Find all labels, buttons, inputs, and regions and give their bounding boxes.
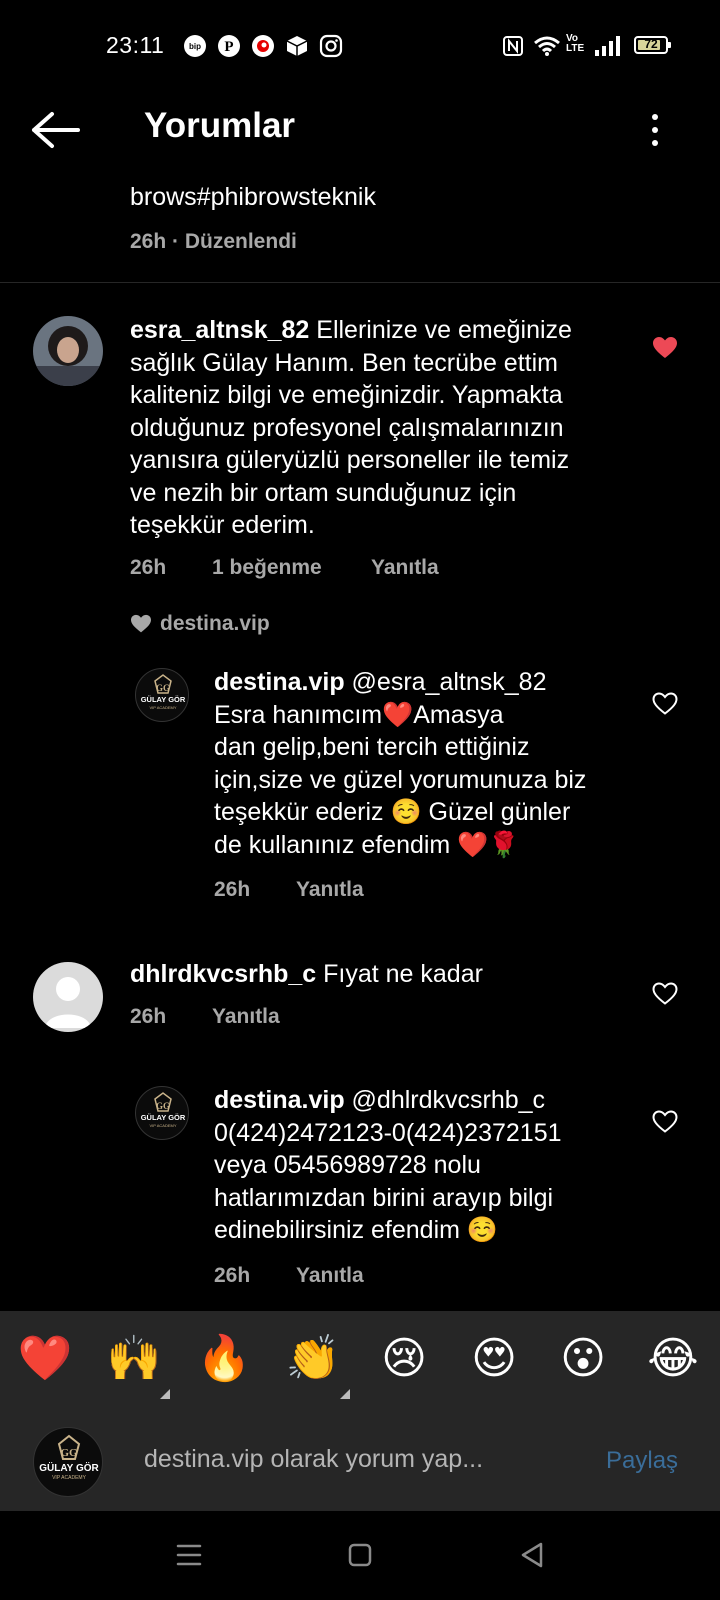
back-arrow-icon[interactable] [30, 108, 82, 152]
comment-username[interactable]: dhlrdkvcsrhb_c [130, 960, 316, 988]
comment-line: Esra hanımcım❤️Amasya [214, 700, 504, 729]
liked-by-name: destina.vip [160, 612, 270, 635]
bip-icon: bip [182, 33, 208, 59]
share-button[interactable]: Paylaş [606, 1447, 678, 1475]
comment-input[interactable]: destina.vip olarak yorum yap... [144, 1445, 483, 1474]
mention[interactable]: @dhlrdkvcsrhb_c [352, 1086, 546, 1114]
emoji-red-heart[interactable]: ❤️ [15, 1333, 75, 1385]
emoji-heart-eyes[interactable]: 😍 [464, 1333, 524, 1385]
emoji-clapping-hands[interactable]: 👏 [283, 1333, 343, 1385]
comment-line: Ellerinize ve emeğinize [316, 316, 572, 344]
comment-text: esra_altnsk_82 Ellerinize ve emeğinize s… [130, 314, 650, 542]
emoji-crying-face[interactable]: 😢 [374, 1333, 434, 1385]
comment-time: 26h [130, 556, 167, 579]
heart-outline-icon[interactable] [652, 692, 678, 716]
back-triangle-icon[interactable] [520, 1542, 544, 1573]
comment-line: teşekkür ederiz ☺️ Güzel günler [214, 798, 571, 826]
logo-sub: VIP ACADEMY [52, 1475, 86, 1481]
caption-meta: 26h · Düzenlendi [130, 230, 297, 253]
reply-button[interactable]: Yanıtla [212, 1005, 280, 1029]
svg-text:P: P [224, 39, 233, 55]
battery-icon: 72 [634, 36, 671, 54]
status-bar: 23:11 bip P Vo LTE 72 [0, 0, 720, 90]
logo-brand: GÜLAY GÖR [141, 1113, 186, 1122]
vodafone-icon [250, 33, 276, 59]
emoji-fire[interactable]: 🔥 [194, 1333, 254, 1385]
logo-monogram: GG [156, 1101, 170, 1111]
divider [0, 282, 720, 283]
current-user-avatar: GG GÜLAY GÖR VIP ACADEMY [33, 1427, 103, 1497]
battery-level: 72 [644, 37, 658, 51]
logo-monogram: GG [60, 1447, 78, 1459]
caption-text: brows#phibrowsteknik [130, 183, 376, 211]
instagram-icon [318, 33, 344, 59]
emoji-raised-hands[interactable]: 🙌 [104, 1333, 164, 1385]
comment-time: 26h [130, 1005, 167, 1028]
comment-line: Fıyat ne kadar [323, 960, 483, 988]
avatar[interactable] [33, 316, 103, 386]
comment-line: hatlarımızdan birini arayıp bilgi [214, 1183, 554, 1212]
emoji-tears-of-joy[interactable]: 😂 [643, 1333, 703, 1385]
comment-line: edinebilirsiniz efendim ☺️ [214, 1216, 499, 1244]
reply-text: destina.vip @esra_altnsk_82 Esra hanımcı… [214, 666, 634, 861]
emoji-surprised-face[interactable]: 😮 [553, 1333, 613, 1385]
signal-icon [592, 33, 622, 59]
nfc-icon [500, 33, 526, 59]
clock: 23:11 [106, 32, 165, 58]
comment-line: olduğunuz profesyonel çalışmalarınızın [130, 413, 564, 442]
comment-line: kaliteniz bilgi ve emeğinizdir. Yapmakta [130, 381, 563, 409]
logo-sub: VIP ACADEMY [149, 1123, 176, 1128]
comment-line: sağlık Gülay Hanım. Ben tecrübe ettim [130, 348, 558, 377]
heart-filled-icon[interactable] [652, 336, 678, 360]
comment-username[interactable]: destina.vip [214, 1086, 345, 1114]
box-app-icon [284, 33, 310, 59]
comment-username[interactable]: esra_altnsk_82 [130, 316, 309, 344]
small-heart-icon [131, 614, 151, 633]
home-icon[interactable] [348, 1543, 372, 1572]
variant-indicator [160, 1389, 170, 1399]
comment-line: teşekkür ederim. [130, 511, 315, 539]
more-options-icon[interactable] [640, 110, 670, 150]
brand-logo-avatar[interactable]: GG GÜLAY GÖR VIP ACADEMY [135, 668, 189, 722]
volte-label: Vo LTE [566, 33, 585, 54]
likes-count[interactable]: 1 beğenme [212, 556, 322, 580]
logo-brand: GÜLAY GÖR [141, 695, 186, 704]
logo-sub: VIP ACADEMY [149, 705, 176, 710]
pinterest-icon: P [216, 33, 242, 59]
reply-text: destina.vip @dhlrdkvcsrhb_c 0(424)247212… [214, 1084, 634, 1247]
comment-line: de kullanınız efendim ❤️🌹 [214, 830, 520, 859]
comment-input-bar: GG GÜLAY GÖR VIP ACADEMY destina.vip olara… [0, 1409, 720, 1511]
comment-text: dhlrdkvcsrhb_c Fıyat ne kadar [130, 958, 630, 991]
default-avatar-icon[interactable] [33, 962, 103, 1032]
emoji-reaction-bar: ❤️ 🙌 🔥 👏 😢 😍 😮 😂 [0, 1311, 720, 1409]
wifi-icon [532, 33, 562, 59]
menu-icon[interactable] [176, 1543, 202, 1572]
comment-line: veya 05456989728 nolu [214, 1151, 481, 1179]
brand-logo-avatar[interactable]: GG GÜLAY GÖR VIP ACADEMY [135, 1086, 189, 1140]
comment-line: 0(424)2472123-0(424)2372151 [214, 1118, 562, 1147]
comment-line: yanısıra güleryüzlü personeller ile temi… [130, 446, 570, 474]
mention[interactable]: @esra_altnsk_82 [352, 668, 547, 696]
reply-button[interactable]: Yanıtla [371, 556, 439, 580]
svg-text:bip: bip [189, 42, 201, 51]
comment-line: ve nezih bir ortam sunduğunuz için [130, 478, 517, 507]
variant-indicator [340, 1389, 350, 1399]
heart-outline-icon[interactable] [652, 982, 678, 1006]
logo-brand: GÜLAY GÖR [39, 1461, 99, 1474]
reply-button[interactable]: Yanıtla [296, 1264, 364, 1288]
comment-line: için,size ve güzel yorumunuza biz [214, 765, 587, 794]
comment-time: 26h [214, 878, 251, 901]
liked-by-author: destina.vip [130, 612, 270, 636]
page-title: Yorumlar [144, 106, 296, 145]
comment-username[interactable]: destina.vip [214, 668, 345, 696]
reply-button[interactable]: Yanıtla [296, 878, 364, 902]
system-nav-bar [0, 1511, 720, 1600]
heart-outline-icon[interactable] [652, 1110, 678, 1134]
comment-time: 26h [214, 1264, 251, 1287]
comment-line: dan gelip,beni tercih ettiğiniz [214, 733, 530, 761]
logo-monogram: GG [156, 683, 170, 693]
